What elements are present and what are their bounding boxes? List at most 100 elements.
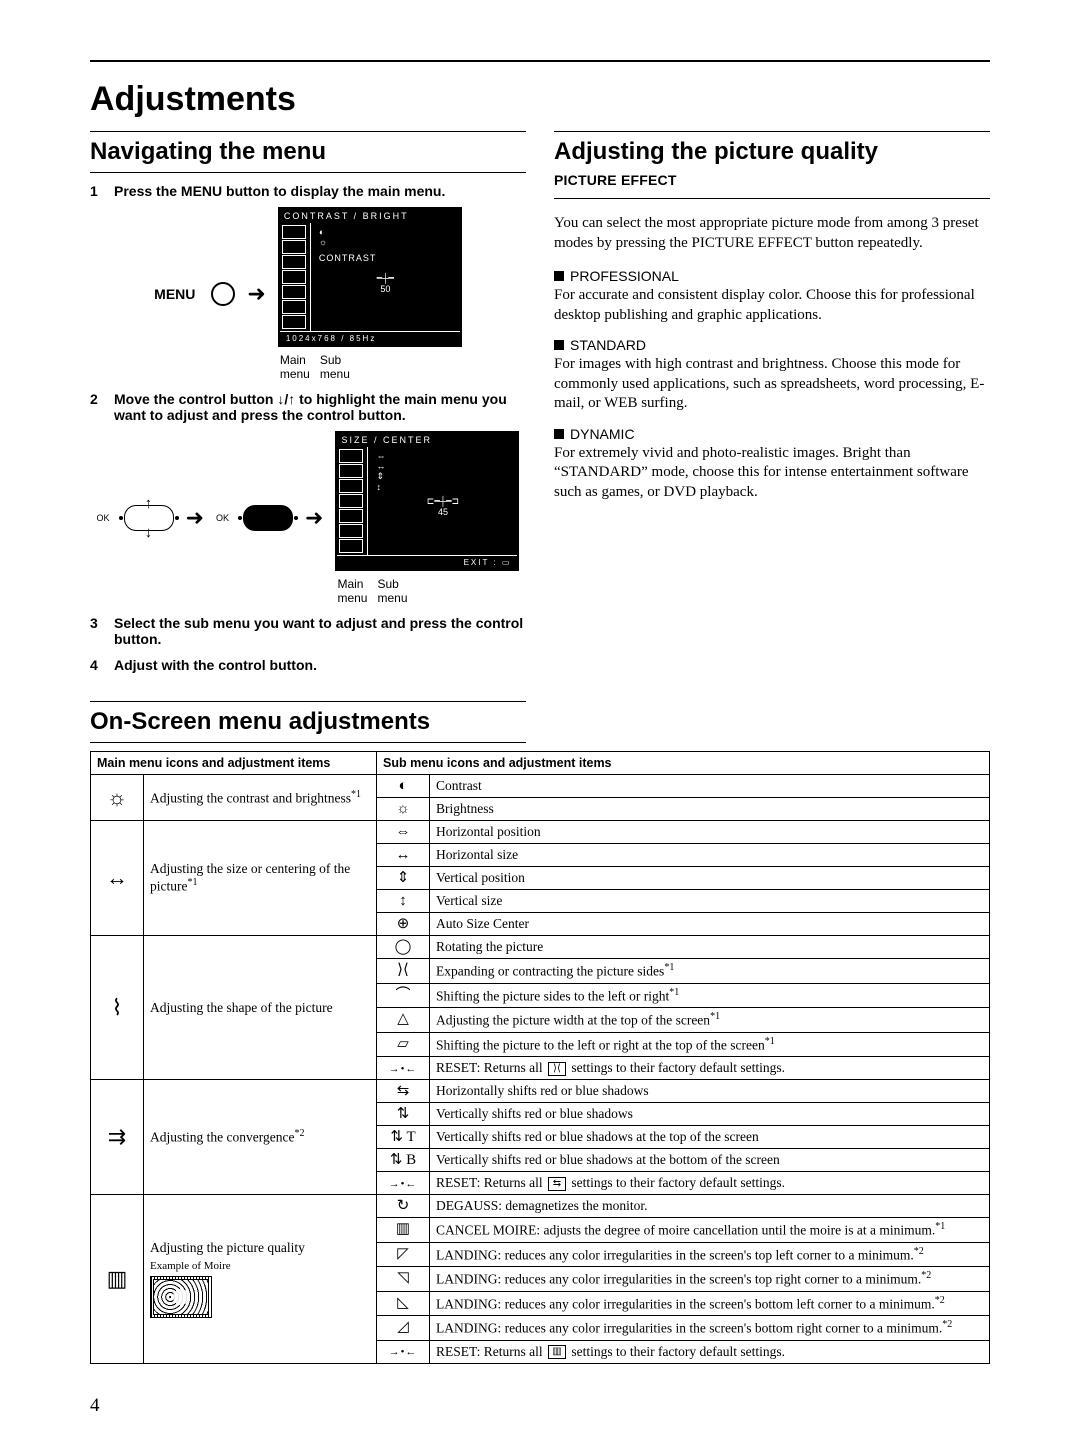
subitem-icon: ⇅ B (377, 1149, 430, 1172)
page-number: 4 (90, 1395, 100, 1417)
subitem-icon: ⟩⟨ (377, 959, 430, 984)
subitem-icon: →•← (377, 1172, 430, 1195)
control-joystick-1: ↑↓ (124, 505, 174, 531)
subitem-icon: ◺ (377, 1291, 430, 1316)
step-4-num: 4 (90, 657, 104, 673)
step-1-text: Press the MENU button to display the mai… (114, 183, 445, 199)
subitem-icon: ⇆ (377, 1080, 430, 1103)
subitem-text: RESET: Returns all ▥ settings to their f… (430, 1340, 990, 1363)
group-label: Adjusting the convergence*2 (144, 1080, 377, 1195)
subitem-text: Vertically shifts red or blue shadows at… (430, 1149, 990, 1172)
mode-standard-h: STANDARD (570, 337, 646, 353)
picture-effect-intro: You can select the most appropriate pict… (554, 214, 990, 253)
subitem-text: DEGAUSS: demagnetizes the monitor. (430, 1195, 990, 1218)
osd2-value: 45 (438, 507, 448, 517)
heading-navigating: Navigating the menu (90, 138, 526, 166)
osd1-item: CONTRAST (319, 253, 452, 263)
subitem-icon: ⇅ (377, 1103, 430, 1126)
arrow-icon: ➜ (247, 284, 265, 304)
arrow-icon-3: ➜ (305, 508, 323, 528)
subitem-text: Expanding or contracting the picture sid… (430, 959, 990, 984)
subitem-icon: →•← (377, 1057, 430, 1080)
mode-dynamic-p: For extremely vivid and photo-realistic … (554, 444, 990, 503)
subitem-icon: ↔ (377, 844, 430, 867)
subitem-text: Vertical position (430, 867, 990, 890)
subitem-icon: ◯ (377, 936, 430, 959)
heading-onscreen: On-Screen menu adjustments (90, 708, 526, 736)
osd-diagram-2: SIZE / CENTER ⇔↔⇕↕ ⊏━┼━⊐45 EXIT : ▭ (335, 431, 519, 571)
subitem-icon: ⇕ (377, 867, 430, 890)
mode-standard-p: For images with high contrast and bright… (554, 355, 990, 414)
subitem-text: LANDING: reduces any color irregularitie… (430, 1242, 990, 1267)
step-3-num: 3 (90, 615, 104, 647)
group-icon: ⌇ (91, 936, 144, 1080)
subitem-icon: →•← (377, 1340, 430, 1363)
subitem-text: LANDING: reduces any color irregularitie… (430, 1267, 990, 1292)
subitem-text: Vertically shifts red or blue shadows (430, 1103, 990, 1126)
step-3-text: Select the sub menu you want to adjust a… (114, 615, 526, 647)
osd2-title: SIZE / CENTER (337, 433, 517, 447)
step-2-num: 2 (90, 391, 104, 423)
moire-example-icon (150, 1276, 212, 1318)
subitem-text: RESET: Returns all ⟩⟨ settings to their … (430, 1057, 990, 1080)
page-title: Adjustments (90, 80, 990, 119)
subitem-icon: ◐ (377, 775, 430, 798)
subitem-icon: ⇅ T (377, 1126, 430, 1149)
caption-main-1: Main menu (280, 353, 310, 381)
mode-professional-p: For accurate and consistent display colo… (554, 286, 990, 325)
step-4: 4 Adjust with the control button. (90, 657, 526, 673)
subitem-icon: ☼ (377, 798, 430, 821)
subitem-text: LANDING: reduces any color irregularitie… (430, 1316, 990, 1341)
subitem-text: Contrast (430, 775, 990, 798)
subitem-text: Horizontal position (430, 821, 990, 844)
step-3: 3 Select the sub menu you want to adjust… (90, 615, 526, 647)
subitem-text: Adjusting the picture width at the top o… (430, 1008, 990, 1033)
subitem-text: Brightness (430, 798, 990, 821)
subitem-icon: ⇔ (377, 821, 430, 844)
subitem-text: Rotating the picture (430, 936, 990, 959)
subitem-icon: △ (377, 1008, 430, 1033)
osd2-exit: EXIT : (464, 558, 498, 567)
th-sub: Sub menu icons and adjustment items (377, 752, 990, 775)
group-label: Adjusting the shape of the picture (144, 936, 377, 1080)
osd1-title: CONTRAST / BRIGHT (280, 209, 460, 223)
ok-label-2: OK (216, 513, 229, 523)
subitem-icon: ◸ (377, 1242, 430, 1267)
subitem-icon: ⌒ (377, 983, 430, 1008)
mode-professional-h: PROFESSIONAL (570, 268, 679, 284)
ok-label-1: OK (97, 513, 110, 523)
heading-picture-quality: Adjusting the picture quality (554, 138, 990, 166)
group-icon: ▥ (91, 1195, 144, 1364)
subitem-text: Vertically shifts red or blue shadows at… (430, 1126, 990, 1149)
mode-dynamic-h: DYNAMIC (570, 426, 635, 442)
bullet-square-icon (554, 340, 564, 350)
subitem-text: RESET: Returns all ⇆ settings to their f… (430, 1172, 990, 1195)
subitem-text: Horizontally shifts red or blue shadows (430, 1080, 990, 1103)
sub-picture-effect: PICTURE EFFECT (554, 172, 990, 188)
adjustments-table: Main menu icons and adjustment items Sub… (90, 751, 990, 1364)
osd1-value: 50 (380, 284, 390, 294)
subitem-text: Vertical size (430, 890, 990, 913)
subitem-icon: ⊕ (377, 913, 430, 936)
group-label: Adjusting the picture qualityExample of … (144, 1195, 377, 1364)
step-2: 2 Move the control button ↓/↑ to highlig… (90, 391, 526, 423)
subitem-text: Shifting the picture to the left or righ… (430, 1032, 990, 1057)
subitem-text: Auto Size Center (430, 913, 990, 936)
subitem-icon: ▥ (377, 1218, 430, 1243)
osd1-status: 1024x768 / 85Hz (280, 331, 460, 345)
arrow-icon-2: ➜ (186, 508, 204, 528)
group-icon: ⇉ (91, 1080, 144, 1195)
group-label: Adjusting the size or centering of the p… (144, 821, 377, 936)
step-2-text: Move the control button ↓/↑ to highlight… (114, 391, 526, 423)
subitem-icon: ◿ (377, 1316, 430, 1341)
subitem-text: CANCEL MOIRE: adjusts the degree of moir… (430, 1218, 990, 1243)
caption-sub-1: Sub menu (320, 353, 350, 381)
subitem-icon: ▱ (377, 1032, 430, 1057)
group-icon: ☼ (91, 775, 144, 821)
menu-button-icon (211, 282, 235, 306)
bullet-square-icon (554, 429, 564, 439)
control-joystick-2 (243, 505, 293, 531)
bullet-square-icon (554, 271, 564, 281)
group-label: Adjusting the contrast and brightness*1 (144, 775, 377, 821)
caption-sub-2: Sub menu (377, 577, 407, 605)
